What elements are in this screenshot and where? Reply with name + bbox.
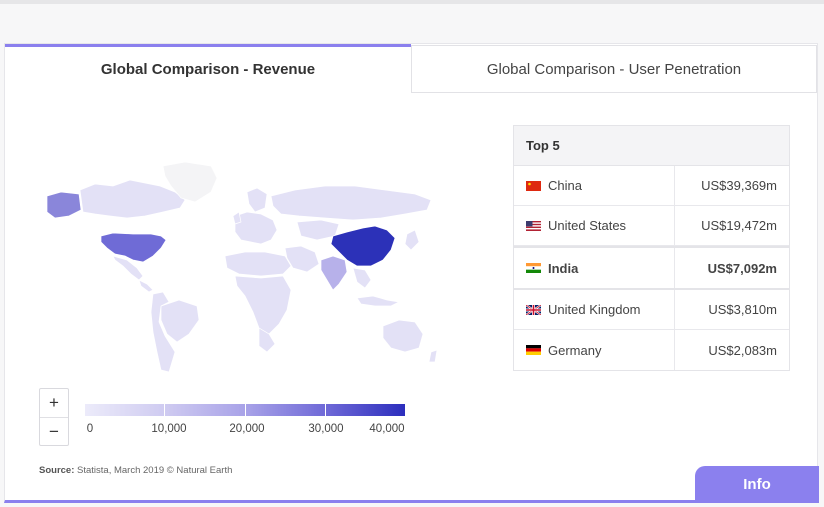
revenue-value: US$7,092m	[707, 260, 777, 276]
zoom-out-button[interactable]: −	[40, 417, 68, 445]
india-flag-icon	[526, 263, 541, 273]
table-row-highlighted: India US$7,092m	[514, 246, 789, 290]
legend-tick: 0	[86, 423, 94, 435]
top-divider	[0, 0, 824, 4]
country-india[interactable]	[320, 255, 348, 291]
revenue-value: US$19,472m	[701, 218, 777, 233]
country-north-africa[interactable]	[224, 251, 292, 277]
country-cell: China	[514, 166, 675, 205]
world-map[interactable]	[35, 156, 445, 376]
country-europe[interactable]	[234, 211, 278, 245]
country-japan[interactable]	[404, 229, 420, 251]
country-canada[interactable]	[79, 179, 186, 219]
country-middle-east[interactable]	[284, 245, 320, 273]
country-name: Germany	[548, 342, 602, 358]
source-note: Source: Statista, March 2019 © Natural E…	[39, 465, 232, 476]
legend-tick: 10,000	[151, 423, 187, 435]
legend-ticks: 0 10,000 20,000 30,000 40,000	[85, 423, 405, 443]
table-row: United States US$19,472m	[514, 206, 789, 246]
country-cell: Germany	[514, 330, 675, 370]
table-row: Germany US$2,083m	[514, 330, 789, 370]
revenue-value: US$39,369m	[701, 178, 777, 193]
country-indonesia[interactable]	[356, 295, 401, 307]
legend-segment	[325, 404, 405, 416]
revenue-value: US$3,810m	[708, 302, 777, 317]
legend-segment	[245, 404, 325, 416]
source-text: Statista, March 2019 © Natural Earth	[74, 465, 233, 476]
country-cell: United States	[514, 206, 675, 245]
country-brazil[interactable]	[160, 299, 200, 343]
country-cell: United Kingdom	[514, 290, 675, 329]
table-row: China US$39,369m	[514, 166, 789, 206]
tab-revenue[interactable]: Global Comparison - Revenue	[5, 44, 411, 92]
tab-user-penetration[interactable]: Global Comparison - User Penetration	[411, 45, 817, 93]
color-legend: 0 10,000 20,000 30,000 40,000	[85, 404, 405, 443]
legend-tick: 20,000	[229, 423, 265, 435]
tab-bar: Global Comparison - Revenue Global Compa…	[5, 44, 817, 93]
country-alaska[interactable]	[46, 191, 82, 219]
zoom-control: + −	[39, 388, 69, 446]
china-flag-icon	[526, 180, 541, 191]
country-united-states[interactable]	[100, 232, 167, 263]
germany-flag-icon	[526, 345, 541, 355]
legend-tick: 40,000	[369, 423, 405, 435]
country-southeast-asia[interactable]	[352, 267, 372, 289]
country-russia[interactable]	[270, 185, 432, 221]
country-name: United States	[548, 218, 627, 233]
country-central-africa[interactable]	[234, 275, 292, 335]
zoom-in-button[interactable]: +	[40, 389, 68, 417]
country-uk[interactable]	[232, 211, 242, 225]
country-name: China	[548, 178, 582, 193]
country-new-zealand[interactable]	[428, 349, 438, 363]
legend-tick: 30,000	[308, 423, 344, 435]
country-name: United Kingdom	[548, 302, 641, 317]
us-flag-icon	[526, 220, 541, 231]
legend-gradient	[85, 404, 405, 416]
info-button[interactable]: Info	[695, 466, 819, 503]
top5-header: Top 5	[514, 126, 789, 166]
country-central-america[interactable]	[138, 279, 154, 293]
legend-segment	[85, 404, 165, 416]
top5-table: Top 5 China US$39,369m United States US$…	[513, 125, 790, 371]
country-cell: India	[514, 248, 675, 288]
legend-segment	[165, 404, 245, 416]
global-comparison-card: Global Comparison - Revenue Global Compa…	[4, 43, 819, 503]
country-name: India	[548, 260, 579, 276]
source-label: Source:	[39, 465, 75, 476]
table-row: United Kingdom US$3,810m	[514, 290, 789, 330]
country-scandinavia[interactable]	[246, 187, 268, 213]
revenue-value: US$2,083m	[708, 342, 777, 358]
country-australia[interactable]	[382, 319, 424, 353]
uk-flag-icon	[526, 304, 541, 315]
